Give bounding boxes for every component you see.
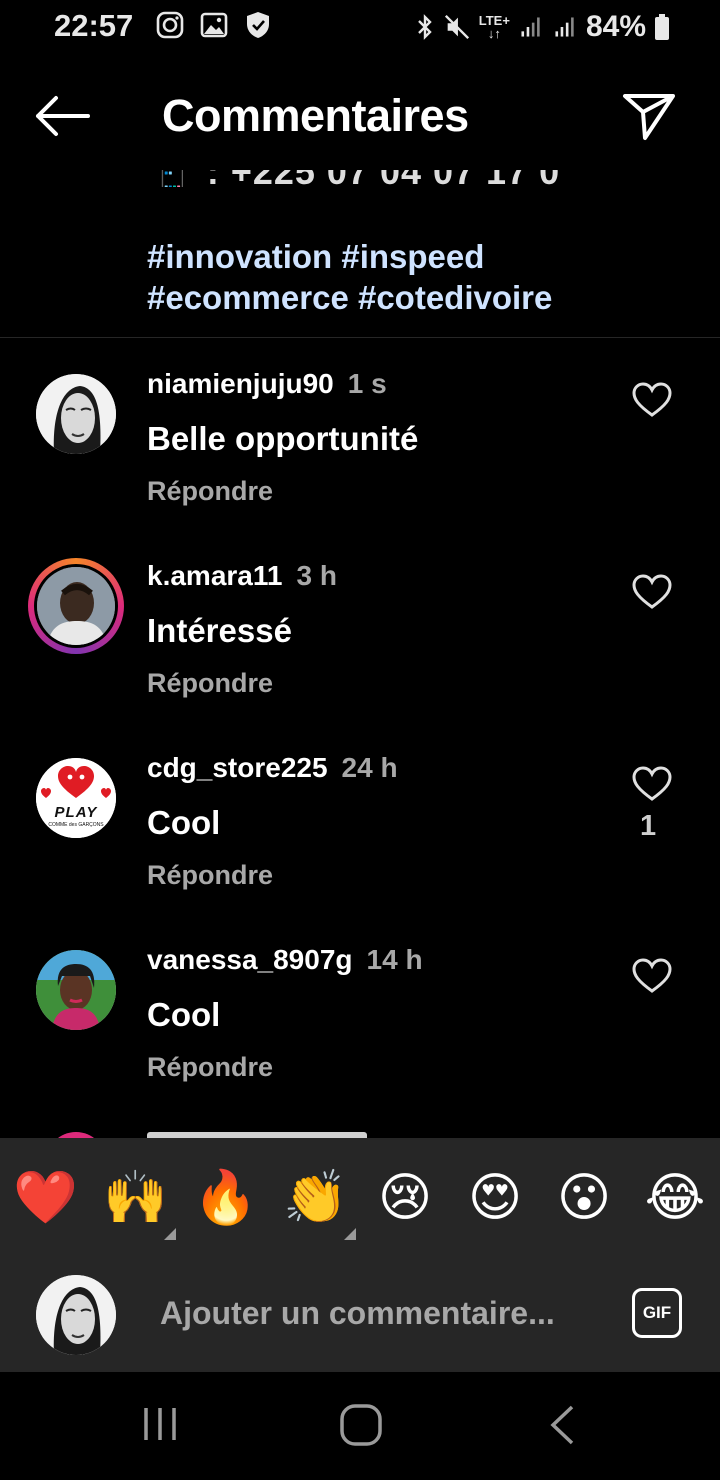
- emoji-fire-button[interactable]: 🔥: [193, 1168, 258, 1228]
- reply-button[interactable]: Répondre: [147, 476, 273, 507]
- heart-icon[interactable]: [632, 382, 672, 418]
- skin-tone-indicator: [164, 1228, 176, 1240]
- emoji-crying-button[interactable]: 😢: [373, 1168, 437, 1228]
- comment-username[interactable]: vanessa_8907g 14 h: [147, 944, 423, 976]
- emoji-clapping-button[interactable]: 👏: [283, 1168, 348, 1228]
- reply-button[interactable]: Répondre: [147, 860, 273, 891]
- avatar[interactable]: PLAY COMME des GARÇONS: [36, 758, 116, 838]
- arrow-left-icon[interactable]: [34, 94, 92, 138]
- comment-item: niamienjuju90 1 s Belle opportunité Répon…: [0, 368, 720, 564]
- comment-item: k.amara11 3 h Intéressé Répondre: [0, 558, 720, 756]
- emoji-heart-button[interactable]: ❤️: [13, 1168, 78, 1228]
- heart-icon[interactable]: [632, 574, 672, 610]
- back-icon[interactable]: [548, 1404, 576, 1446]
- avatar: [36, 1275, 116, 1355]
- recent-apps-icon[interactable]: [140, 1404, 180, 1444]
- gif-button[interactable]: GIF: [632, 1288, 682, 1338]
- avatar-brand: PLAY: [54, 804, 98, 821]
- comment-item: vanessa_8907g 14 h Cool Répondre: [0, 944, 720, 1140]
- comment-username[interactable]: k.amara11 3 h: [147, 560, 337, 592]
- comment-time: 1 s: [347, 368, 387, 399]
- comment-time: 14 h: [366, 944, 423, 975]
- battery-icon: [655, 14, 669, 40]
- emoji-raising-hands-button[interactable]: 🙌: [103, 1168, 168, 1228]
- comment-time: 3 h: [296, 560, 337, 591]
- avatar-tagline: COMME des GARÇONS: [48, 822, 104, 828]
- shield-icon: [247, 12, 269, 38]
- heart-icon[interactable]: [632, 958, 672, 994]
- skin-tone-indicator: [344, 1228, 356, 1240]
- comment-item: PLAY COMME des GARÇONS cdg_store225 24 h …: [0, 752, 720, 948]
- bluetooth-icon: [417, 14, 432, 40]
- emoji-laughing-button[interactable]: 😂: [643, 1168, 707, 1228]
- system-nav-bar: [0, 1372, 720, 1480]
- emoji-reaction-bar: ❤️ 🙌 🔥 👏 😢 😍 😮 😂: [0, 1138, 720, 1256]
- network-type: LTE+ ↓↑: [478, 13, 510, 41]
- comment-username[interactable]: cdg_store225 24 h: [147, 752, 398, 784]
- emoji-heart-eyes-button[interactable]: 😍: [463, 1168, 527, 1228]
- comment-text: Cool: [147, 804, 221, 841]
- instagram-icon: [156, 11, 184, 39]
- comment-input[interactable]: [160, 1290, 600, 1336]
- comment-text: Belle opportunité: [147, 420, 419, 457]
- hashtags-line[interactable]: #innovation #inspeed: [147, 236, 667, 277]
- status-time: 22:57: [54, 8, 134, 43]
- gallery-icon: [200, 12, 228, 38]
- paper-plane-icon[interactable]: [622, 92, 676, 142]
- comment-text: Intéressé: [147, 612, 292, 649]
- like-count[interactable]: 1: [640, 810, 656, 843]
- mute-icon: [444, 14, 469, 40]
- comment-username[interactable]: niamienjuju90 1 s: [147, 368, 387, 400]
- header: Commentaires: [0, 60, 720, 170]
- avatar-story-ring[interactable]: [28, 558, 124, 654]
- divider: [0, 337, 720, 338]
- signal-icon: [555, 17, 574, 37]
- comment-composer: GIF: [0, 1256, 720, 1372]
- comment-time: 24 h: [341, 752, 398, 783]
- avatar[interactable]: [36, 950, 116, 1030]
- home-icon[interactable]: [338, 1402, 384, 1448]
- signal-icon: [521, 17, 540, 37]
- status-bar: 22:57 LTE+ ↓↑ 84%: [0, 0, 720, 56]
- page-title: Commentaires: [162, 90, 469, 141]
- comment-text: Cool: [147, 996, 221, 1033]
- battery-percent: 84%: [585, 10, 646, 43]
- avatar: [37, 567, 115, 645]
- reply-button[interactable]: Répondre: [147, 1052, 273, 1083]
- avatar[interactable]: [36, 374, 116, 454]
- caption-hashtags[interactable]: #innovation #inspeed #ecommerce #cotediv…: [147, 236, 667, 318]
- reply-button[interactable]: Répondre: [147, 668, 273, 699]
- emoji-surprised-button[interactable]: 😮: [552, 1168, 616, 1228]
- hashtags-line[interactable]: #ecommerce #cotedivoire: [147, 277, 667, 318]
- heart-icon[interactable]: [632, 766, 672, 802]
